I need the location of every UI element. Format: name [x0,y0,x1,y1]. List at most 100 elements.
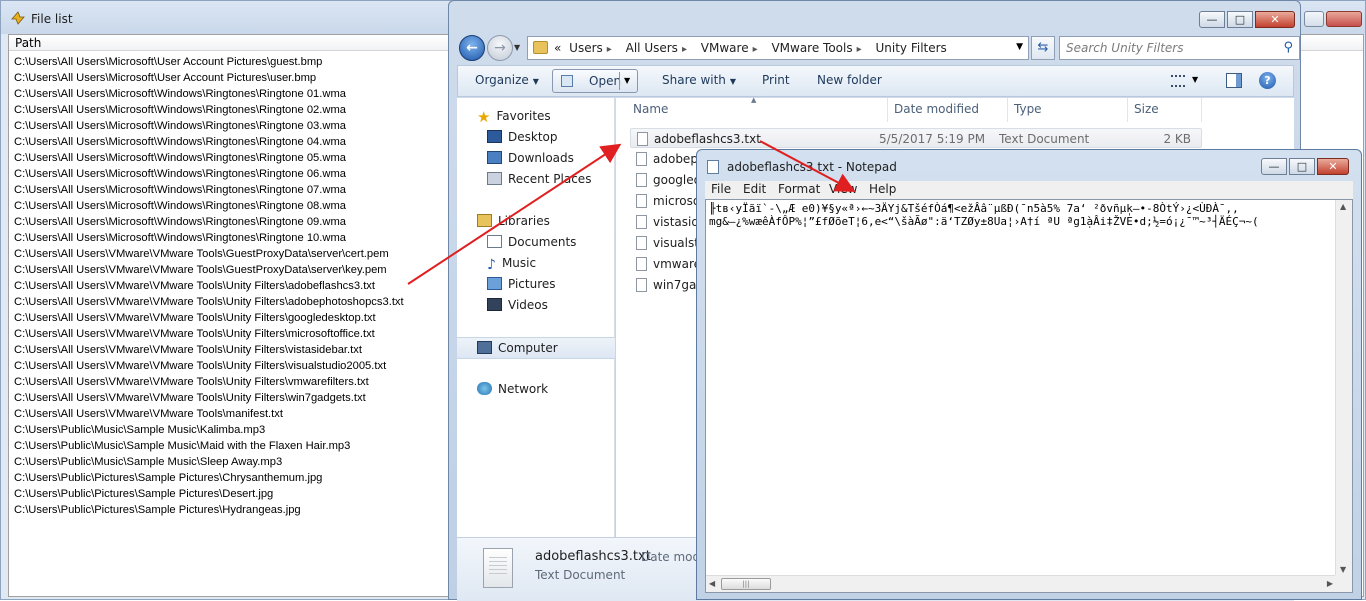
menu-format[interactable]: Format [778,182,820,196]
vertical-scrollbar[interactable]: ▲ ▼ [1335,200,1352,576]
recent-pages-dropdown[interactable]: ▼ [514,43,520,52]
file-list-row[interactable]: C:\Users\Public\Pictures\Sample Pictures… [14,502,404,518]
maximize-button[interactable]: □ [1227,11,1253,28]
file-list-row[interactable]: C:\Users\All Users\VMware\VMware Tools\U… [14,326,404,342]
file-list-row[interactable]: C:\Users\All Users\Microsoft\Windows\Rin… [14,198,404,214]
column-size[interactable]: Size [1134,102,1159,116]
scroll-up-icon[interactable]: ▲ [1340,202,1346,211]
file-list-row[interactable]: C:\Users\All Users\Microsoft\Windows\Rin… [14,134,404,150]
open-dropdown-icon[interactable]: ▼ [624,76,630,85]
column-type[interactable]: Type [1014,102,1042,116]
minimize-button[interactable]: — [1261,158,1287,175]
close-button[interactable]: ✕ [1317,158,1349,175]
close-button[interactable]: ✕ [1255,11,1295,28]
document-icon [561,75,573,87]
help-icon[interactable]: ? [1259,72,1276,89]
chevron-right-icon[interactable]: ▸ [682,44,687,55]
file-list-row[interactable]: C:\Users\All Users\VMware\VMware Tools\G… [14,262,404,278]
breadcrumb-overflow[interactable]: « [554,41,561,55]
file-list-row[interactable]: C:\Users\All Users\VMware\VMware Tools\U… [14,374,404,390]
maximize-button[interactable]: □ [1289,158,1315,175]
file-list-row[interactable]: C:\Users\All Users\VMware\VMware Tools\U… [14,342,404,358]
preview-pane-icon[interactable] [1226,73,1242,88]
file-list-row[interactable]: C:\Users\All Users\Microsoft\User Accoun… [14,54,404,70]
back-button[interactable]: ← [459,35,485,61]
file-list-row[interactable]: C:\Users\Public\Pictures\Sample Pictures… [14,470,404,486]
file-list-row[interactable]: C:\Users\All Users\Microsoft\Windows\Rin… [14,102,404,118]
nav-network[interactable]: Network [477,382,548,396]
scroll-thumb[interactable]: ||| [721,578,771,590]
file-list-row[interactable]: C:\Users\All Users\VMware\VMware Tools\U… [14,278,404,294]
nav-recent-places[interactable]: Recent Places [487,172,591,186]
file-list-row[interactable]: C:\Users\Public\Music\Sample Music\Maid … [14,438,404,454]
nav-computer[interactable]: Computer [477,341,558,355]
chevron-right-icon[interactable]: ▸ [857,44,862,55]
file-list-row[interactable]: C:\Users\All Users\Microsoft\Windows\Rin… [14,182,404,198]
new-folder-button[interactable]: New folder [817,73,882,87]
file-list-row[interactable]: C:\Users\All Users\VMware\VMware Tools\G… [14,246,404,262]
open-button[interactable]: Open ▼ [552,69,638,93]
file-list-row[interactable]: C:\Users\All Users\Microsoft\Windows\Rin… [14,166,404,182]
chevron-right-icon[interactable]: ▸ [753,44,758,55]
file-list-row[interactable]: C:\Users\Public\Pictures\Sample Pictures… [14,486,404,502]
file-list-row[interactable]: C:\Users\All Users\Microsoft\User Accoun… [14,70,404,86]
notepad-content[interactable]: ╟tв‹уÏãï`-\„Æ e0)¥§у«ª›←~3ÄYj&TšéfÒá¶<ež… [709,202,1337,228]
breadcrumb-vmware-tools[interactable]: VMware Tools [771,41,852,55]
file-list-row[interactable]: C:\Users\All Users\VMware\VMware Tools\U… [14,294,404,310]
nav-music[interactable]: ♪ Music [487,256,536,272]
scroll-right-icon[interactable]: ▶ [1327,579,1333,588]
forward-button[interactable]: → [487,35,513,61]
text-document-icon [636,173,647,187]
breadcrumb-all-users[interactable]: All Users [626,41,678,55]
breadcrumb-unity-filters[interactable]: Unity Filters [875,41,946,55]
nav-pictures[interactable]: Pictures [487,277,556,291]
organize-menu[interactable]: Organize ▼ [475,73,539,87]
share-with-menu[interactable]: Share with ▼ [662,73,736,87]
file-list-row[interactable]: C:\Users\Public\Music\Sample Music\Kalim… [14,422,404,438]
file-list-row[interactable]: C:\Users\All Users\Microsoft\Windows\Rin… [14,214,404,230]
menu-edit[interactable]: Edit [743,182,766,196]
address-dropdown-icon[interactable]: ▼ [1016,42,1023,52]
text-line: ╟tв‹уÏãï`-\„Æ e0)¥§у«ª›←~3ÄYj&TšéfÒá¶<ež… [709,202,1239,215]
breadcrumb-vmware[interactable]: VMware [701,41,749,55]
size-grip [1335,575,1352,592]
file-list-row[interactable]: C:\Users\All Users\VMware\VMware Tools\m… [14,406,404,422]
file-list-row[interactable]: C:\Users\All Users\VMware\VMware Tools\U… [14,358,404,374]
search-input[interactable]: Search Unity Filters ⚲ [1059,36,1300,60]
menu-view[interactable]: View [829,182,857,196]
file-list-row[interactable]: C:\Users\All Users\Microsoft\Windows\Rin… [14,230,404,246]
views-icon[interactable] [1171,75,1185,87]
file-list-row[interactable]: C:\Users\All Users\Microsoft\Windows\Rin… [14,118,404,134]
address-bar[interactable]: « Users ▸ All Users ▸ VMware ▸ VMware Tools… [527,36,1029,60]
file-list-row[interactable]: C:\Users\All Users\VMware\VMware Tools\U… [14,390,404,406]
chevron-right-icon[interactable]: ▸ [607,44,612,55]
nav-downloads[interactable]: Downloads [487,151,574,165]
menu-file[interactable]: File [711,182,731,196]
menu-help[interactable]: Help [869,182,896,196]
scroll-down-icon[interactable]: ▼ [1340,565,1346,574]
file-list-row[interactable]: C:\Users\All Users\VMware\VMware Tools\U… [14,310,404,326]
horizontal-scrollbar[interactable]: ◀ ||| ▶ [706,575,1336,592]
file-list-row[interactable]: C:\Users\All Users\Microsoft\Windows\Rin… [14,150,404,166]
views-dropdown-icon[interactable]: ▼ [1192,75,1198,84]
file-list-maximize-button[interactable] [1304,11,1324,27]
nav-libraries[interactable]: Libraries [477,214,550,228]
search-icon[interactable]: ⚲ [1283,40,1293,55]
column-date-modified[interactable]: Date modified [894,102,979,116]
file-list-close-button[interactable] [1326,11,1362,27]
chevron-down-icon: ▼ [532,77,539,86]
breadcrumb-users[interactable]: Users [569,41,603,55]
notepad-text-area[interactable]: ╟tв‹уÏãï`-\„Æ e0)¥§у«ª›←~3ÄYj&TšéfÒá¶<ež… [705,199,1353,593]
file-row-selected[interactable]: adobeflashcs3.txt 5/5/2017 5:19 PM Text … [630,128,1202,148]
nav-documents[interactable]: Documents [487,235,576,249]
scroll-left-icon[interactable]: ◀ [709,579,715,588]
nav-videos[interactable]: Videos [487,298,548,312]
minimize-button[interactable]: — [1199,11,1225,28]
nav-desktop[interactable]: Desktop [487,130,558,144]
refresh-button[interactable]: ⇆ [1031,36,1055,60]
file-list-row[interactable]: C:\Users\All Users\Microsoft\Windows\Rin… [14,86,404,102]
nav-favorites[interactable]: ★ Favorites [477,109,551,125]
print-button[interactable]: Print [762,73,790,87]
file-list-row[interactable]: C:\Users\Public\Music\Sample Music\Sleep… [14,454,404,470]
column-name[interactable]: Name [633,102,668,116]
